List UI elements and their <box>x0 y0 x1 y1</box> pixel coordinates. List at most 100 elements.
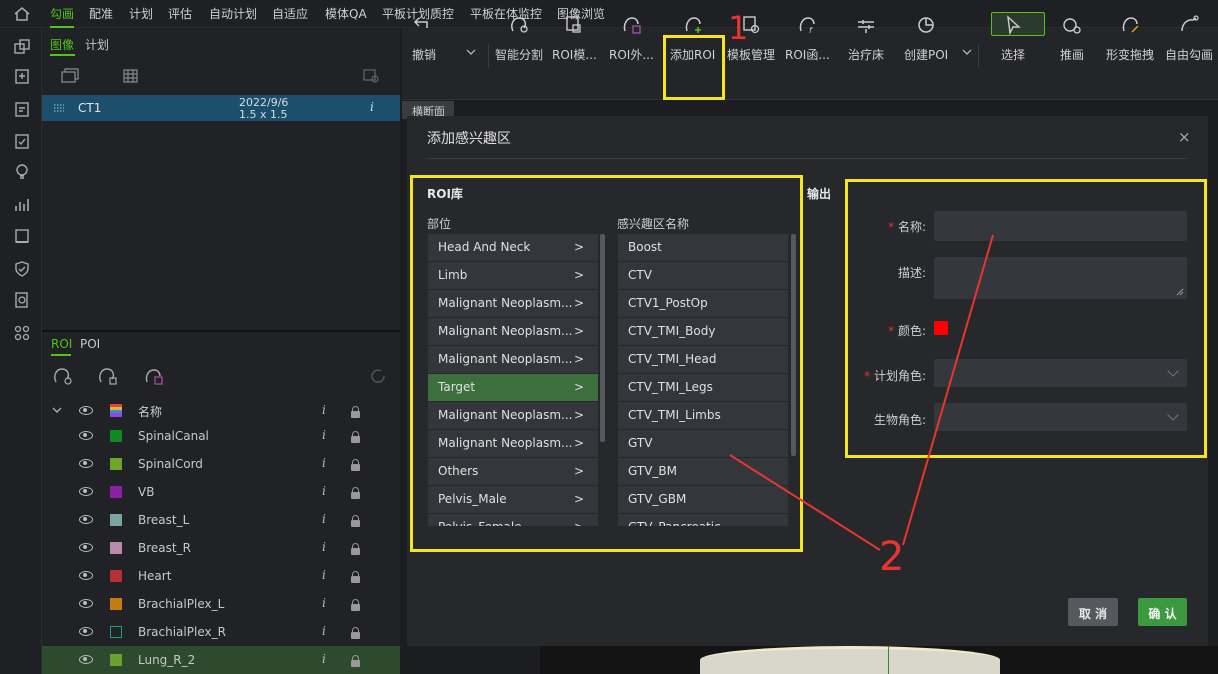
tab-poi[interactable]: POI <box>80 337 100 351</box>
nav-registration[interactable]: 配准 <box>89 5 113 22</box>
calendar-icon[interactable] <box>13 100 31 118</box>
roi-color-swatch[interactable] <box>110 458 122 470</box>
roi-color-swatch[interactable] <box>110 570 122 582</box>
undo-dropdown-icon[interactable] <box>466 49 476 56</box>
cancel-button[interactable]: 取 消 <box>1068 598 1118 626</box>
info-icon[interactable]: i <box>322 596 326 610</box>
grid-icon[interactable] <box>123 69 138 83</box>
copy-icon[interactable] <box>13 38 31 56</box>
couch-icon <box>858 20 874 33</box>
eye-icon[interactable] <box>79 459 93 468</box>
eye-icon[interactable] <box>79 406 93 415</box>
close-icon[interactable]: × <box>1178 128 1191 146</box>
clipboard-add-icon[interactable] <box>13 67 31 85</box>
roi-color-swatch[interactable] <box>110 430 122 442</box>
roi-row[interactable]: BrachialPlex_L i <box>42 590 400 618</box>
roi-color-swatch[interactable] <box>110 654 122 666</box>
roi-outer-icon[interactable] <box>143 366 165 386</box>
info-icon[interactable]: i <box>322 512 326 526</box>
roi-color-swatch[interactable] <box>110 626 122 638</box>
toolbar-roi-template-button[interactable]: ROI模... <box>552 10 597 66</box>
lock-icon[interactable] <box>351 571 360 583</box>
lock-icon[interactable] <box>351 515 360 527</box>
tab-roi[interactable]: ROI <box>51 337 72 351</box>
tab-images[interactable]: 图像 <box>50 36 74 53</box>
toolbar-roi-outer-button[interactable]: ROI外... <box>609 10 654 66</box>
eye-icon[interactable] <box>79 571 93 580</box>
info-icon[interactable]: i <box>322 428 326 442</box>
info-icon[interactable]: i <box>322 484 326 498</box>
chevron-down-icon[interactable] <box>52 407 62 414</box>
roi-color-swatch[interactable] <box>110 598 122 610</box>
toolbar-push-draw-button[interactable]: 推画 <box>1060 10 1084 66</box>
report-icon[interactable] <box>13 227 31 245</box>
toolbar-deform-drag-button[interactable]: 形变拖拽 <box>1106 10 1154 66</box>
lock-icon[interactable] <box>351 431 360 443</box>
info-icon[interactable]: i <box>370 100 374 114</box>
eye-icon[interactable] <box>79 543 93 552</box>
toolbar-roi-function-button[interactable]: f ROI函... <box>785 10 830 66</box>
nav-auto-plan[interactable]: 自动计划 <box>209 5 257 22</box>
roi-row[interactable]: BrachialPlex_R i <box>42 618 400 646</box>
roi-name: Breast_L <box>138 513 190 527</box>
home-icon[interactable] <box>13 5 31 23</box>
eye-icon[interactable] <box>79 515 93 524</box>
drag-handle-icon[interactable] <box>54 104 64 112</box>
roi-row[interactable]: SpinalCanal i <box>42 422 400 450</box>
nav-delineate[interactable]: 勾画 <box>50 5 75 28</box>
clipboard-check-icon[interactable] <box>13 132 31 150</box>
search-doc-icon[interactable] <box>13 291 31 309</box>
confirm-button[interactable]: 确 认 <box>1138 598 1187 626</box>
toolbar-smart-segment-button[interactable]: 智能分割 <box>495 10 543 66</box>
roi-name: SpinalCanal <box>138 429 209 443</box>
lock-icon[interactable] <box>351 487 360 499</box>
roi-row[interactable]: VB i <box>42 478 400 506</box>
refresh-icon[interactable] <box>369 367 387 385</box>
image-stack-icon[interactable] <box>60 68 80 84</box>
apps-icon[interactable] <box>13 324 31 342</box>
image-row-ct1[interactable]: CT1 2022/9/6 1.5 x 1.5 i <box>42 95 400 121</box>
roi-row[interactable]: Breast_R i <box>42 534 400 562</box>
shield-icon[interactable] <box>13 260 31 278</box>
lock-icon[interactable] <box>351 459 360 471</box>
eye-icon[interactable] <box>79 431 93 440</box>
lock-icon[interactable] <box>351 655 360 667</box>
info-icon[interactable]: i <box>322 624 326 638</box>
roi-row[interactable]: SpinalCord i <box>42 450 400 478</box>
nav-plan[interactable]: 计划 <box>129 5 153 22</box>
roi-row[interactable]: Lung_R_2 i <box>42 646 400 674</box>
eye-icon[interactable] <box>79 487 93 496</box>
annotation-number-2: 2 <box>879 534 905 580</box>
toolbar-select-button[interactable]: 选择 <box>991 10 1045 66</box>
toolbar-couch-button[interactable]: 治疗床 <box>848 10 884 66</box>
smart-segment-icon[interactable] <box>52 366 74 386</box>
roi-row[interactable]: Heart i <box>42 562 400 590</box>
poi-dropdown-icon[interactable] <box>962 49 972 56</box>
roi-color-swatch[interactable] <box>110 542 122 554</box>
eye-icon[interactable] <box>79 655 93 664</box>
toolbar-undo-button[interactable]: 撤销 <box>412 10 436 66</box>
roi-color-swatch[interactable] <box>110 486 122 498</box>
toolbar-free-draw-button[interactable]: 自由勾画 <box>1165 10 1213 66</box>
eye-icon[interactable] <box>79 599 93 608</box>
info-icon[interactable]: i <box>322 568 326 582</box>
roi-row[interactable]: Breast_L i <box>42 506 400 534</box>
chart-icon[interactable] <box>13 196 31 214</box>
lock-icon[interactable] <box>351 543 360 555</box>
bulb-icon[interactable] <box>13 163 31 181</box>
image-settings-icon[interactable] <box>362 68 380 84</box>
nav-phantom-qa[interactable]: 模体QA <box>325 5 367 22</box>
nav-adaptive[interactable]: 自适应 <box>272 5 308 22</box>
roi-template-icon[interactable] <box>97 366 119 386</box>
nav-evaluate[interactable]: 评估 <box>168 5 192 22</box>
tab-plans[interactable]: 计划 <box>85 36 109 53</box>
lock-icon[interactable] <box>351 406 360 418</box>
info-icon[interactable]: i <box>322 652 326 666</box>
lock-icon[interactable] <box>351 627 360 639</box>
eye-icon[interactable] <box>79 627 93 636</box>
toolbar-create-poi-button[interactable]: 创建POI <box>904 10 948 66</box>
info-icon[interactable]: i <box>322 456 326 470</box>
lock-icon[interactable] <box>351 599 360 611</box>
roi-color-swatch[interactable] <box>110 514 122 526</box>
info-icon[interactable]: i <box>322 540 326 554</box>
